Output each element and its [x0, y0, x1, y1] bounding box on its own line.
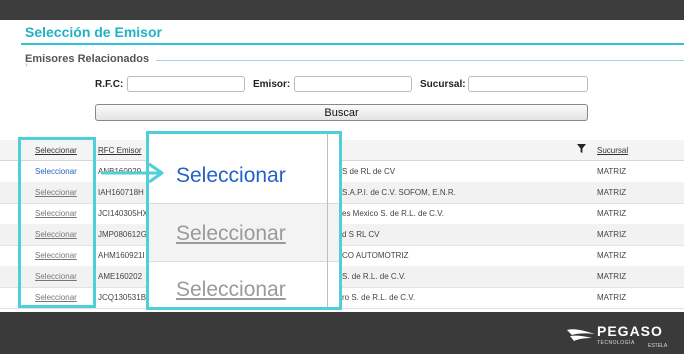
- zoom-select-link[interactable]: Seleccionar: [176, 278, 286, 302]
- sucursal-cell: MATRIZ: [597, 188, 627, 197]
- emisor-label: Emisor:: [253, 79, 291, 90]
- zoom-select-link[interactable]: Seleccionar: [176, 164, 286, 188]
- emisor-cell: S de RL de CV: [342, 167, 396, 176]
- select-column-highlight: [18, 137, 96, 308]
- rfc-cell: AME160202: [98, 272, 143, 281]
- section-legend: Emisores Relacionados: [25, 53, 150, 65]
- emisor-cell: S. de R.L. de C.V.: [342, 272, 406, 281]
- rfc-cell: JMP080612G: [98, 230, 147, 239]
- zoom-callout: Seleccionar Seleccionar Seleccionar: [146, 131, 342, 310]
- sucursal-cell: MATRIZ: [597, 251, 627, 260]
- table-row: Seleccionar JMP080612G d S RL CV MATRIZ: [0, 224, 684, 246]
- brand-subtagline: ESTELA: [648, 343, 668, 349]
- zoom-row: Seleccionar: [149, 146, 339, 204]
- zoom-divider: [327, 134, 328, 307]
- zoom-row: Seleccionar: [149, 204, 339, 262]
- emisor-cell: es Mexico S. de R.L. de C.V.: [342, 209, 444, 218]
- sucursal-cell: MATRIZ: [597, 230, 627, 239]
- filter-icon[interactable]: [577, 144, 586, 156]
- page-title: Selección de Emisor: [25, 24, 162, 40]
- legend-rule: [156, 60, 684, 61]
- header-rfc[interactable]: RFC Emisor: [98, 146, 142, 155]
- zoom-row: Seleccionar: [149, 260, 339, 307]
- pegaso-logo-icon: [567, 329, 595, 341]
- rfc-cell: IAH160718H: [98, 188, 144, 197]
- emisor-input[interactable]: [294, 76, 412, 92]
- title-underline: [21, 43, 684, 45]
- rfc-input[interactable]: [127, 76, 245, 92]
- emisor-cell: ro S. de R.L. de C.V.: [342, 293, 416, 302]
- emisor-cell: d S RL CV: [342, 230, 380, 239]
- rfc-cell: AHM160921I: [98, 251, 145, 260]
- table-row: Seleccionar AME160202 S. de R.L. de C.V.…: [0, 266, 684, 288]
- brand-logo: PEGASO TECNOLOGÍA ESTELA: [566, 323, 676, 349]
- rfc-cell: JCQ130531B: [98, 293, 147, 302]
- sucursal-cell: MATRIZ: [597, 293, 627, 302]
- brand-name: PEGASO: [597, 323, 663, 339]
- emisor-cell: S.A.P.I. de C.V. SOFOM, E.N.R.: [342, 188, 456, 197]
- sucursal-cell: MATRIZ: [597, 209, 627, 218]
- top-bar: [0, 0, 684, 20]
- zoom-select-link[interactable]: Seleccionar: [176, 222, 286, 246]
- arrow-right-icon: [101, 162, 164, 184]
- table-row: Seleccionar JCQ130531B ro S. de R.L. de …: [0, 287, 684, 309]
- sucursal-cell: MATRIZ: [597, 167, 627, 176]
- sucursal-label: Sucursal:: [420, 79, 466, 90]
- table-row: Seleccionar IAH160718H S.A.P.I. de C.V. …: [0, 182, 684, 204]
- rfc-cell: JCI140305HX: [98, 209, 148, 218]
- rfc-label: R.F.C:: [95, 79, 124, 90]
- header-sucursal[interactable]: Sucursal: [597, 146, 628, 155]
- brand-tagline: TECNOLOGÍA: [597, 340, 635, 346]
- table-row: Seleccionar AHM160921I CO AUTOMOTRIZ MAT…: [0, 245, 684, 267]
- sucursal-cell: MATRIZ: [597, 272, 627, 281]
- emisor-cell: CO AUTOMOTRIZ: [342, 251, 409, 260]
- sucursal-input[interactable]: [468, 76, 588, 92]
- search-button[interactable]: Buscar: [95, 104, 588, 121]
- table-row: Seleccionar JCI140305HX es Mexico S. de …: [0, 203, 684, 225]
